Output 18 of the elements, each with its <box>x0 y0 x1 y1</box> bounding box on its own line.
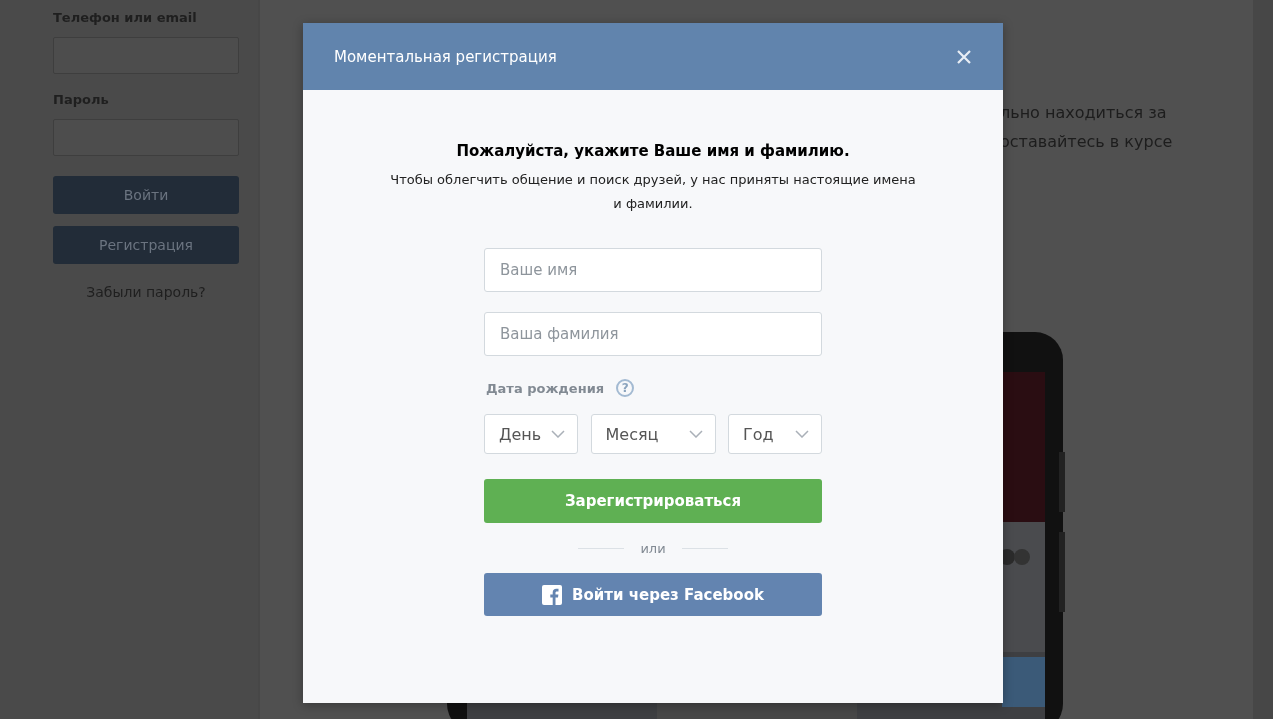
help-icon[interactable]: ? <box>616 379 635 397</box>
facebook-icon <box>542 584 563 605</box>
register-button[interactable]: Зарегистрироваться <box>484 479 822 523</box>
facebook-login-button[interactable]: Войти через Facebook <box>484 573 822 616</box>
dropdown[interactable]: Месяц <box>590 414 716 454</box>
dialog-note: Чтобы облегчить общение и поиск друзей, у нас приняты настоящие имена и фамилии. <box>389 171 917 213</box>
dropdown[interactable]: Год <box>728 414 822 454</box>
field-label: Дата рождения <box>486 380 605 396</box>
dialog-title: Моментальная регистрация <box>334 47 557 66</box>
dropdown[interactable]: День <box>484 414 578 454</box>
login-button[interactable]: Войти <box>53 176 239 214</box>
chevron-down-icon <box>688 430 703 438</box>
chevron-down-icon <box>551 430 565 438</box>
close-button[interactable] <box>955 47 973 66</box>
register-button[interactable]: Регистрация <box>53 226 239 264</box>
divider-text: или <box>640 541 666 556</box>
chevron-down-icon <box>795 430 809 438</box>
dialog-heading: Пожалуйста, укажите Ваше имя и фамилию. <box>456 142 850 160</box>
